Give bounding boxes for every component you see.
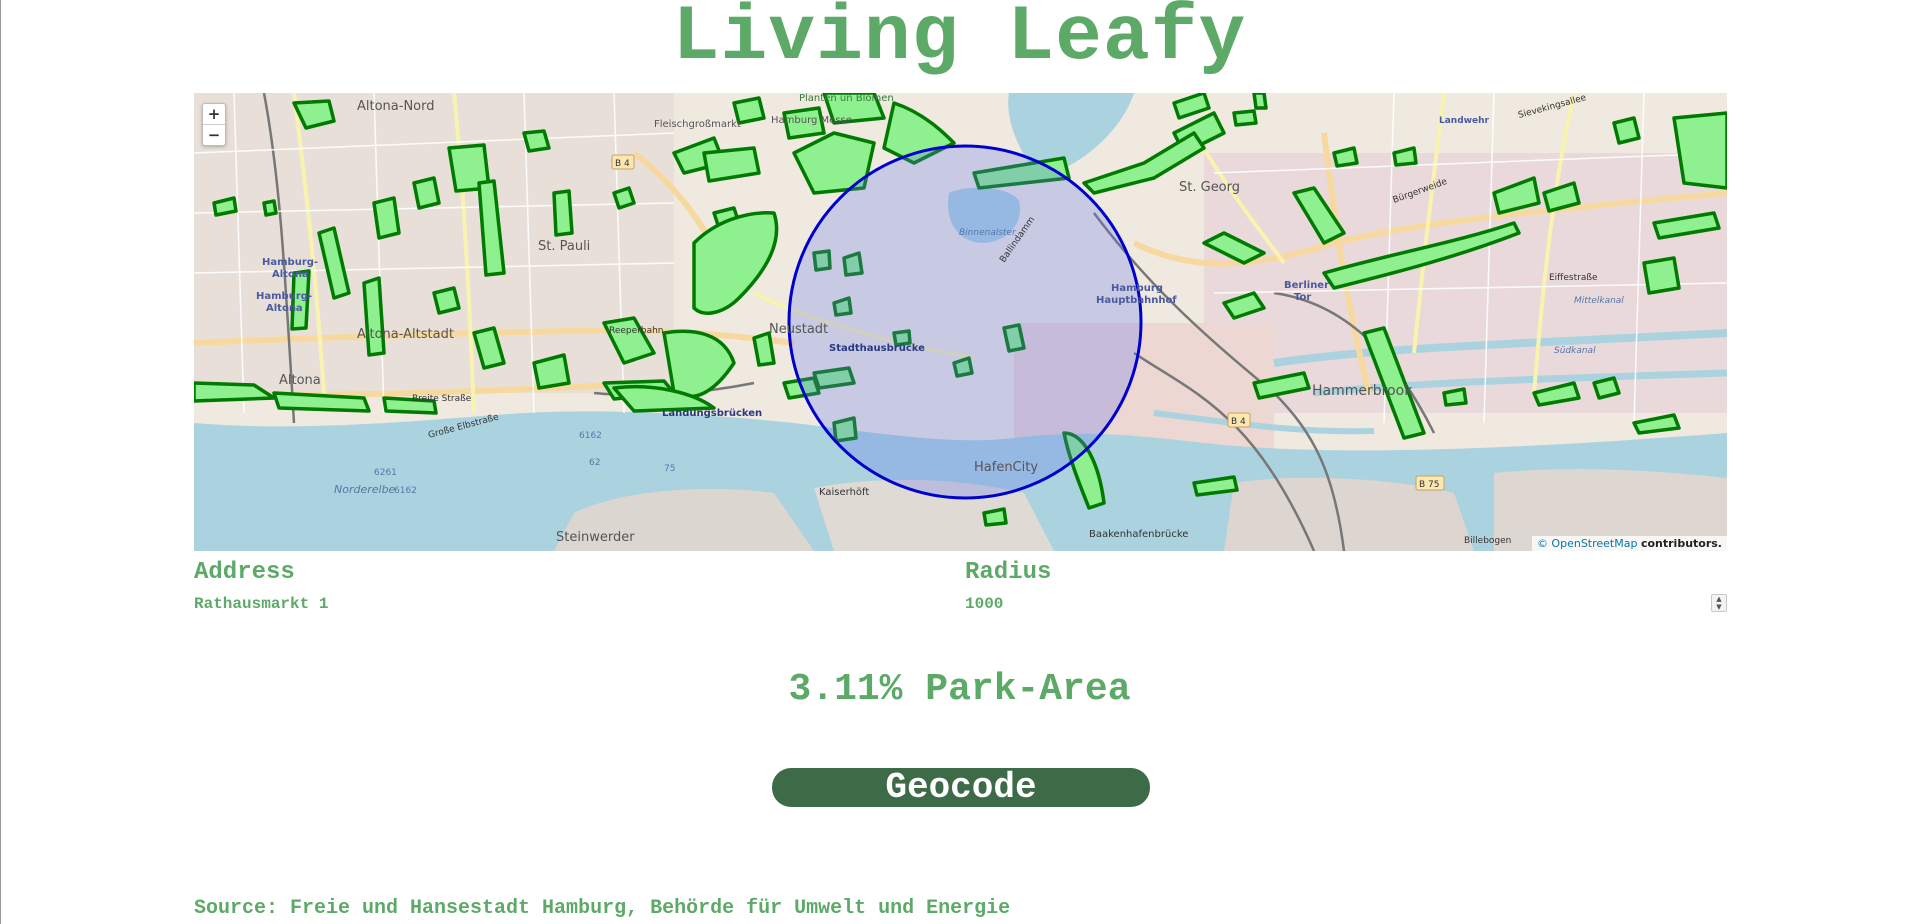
source-credit: Source: Freie und Hansestadt Hamburg, Be… <box>194 897 1011 920</box>
map-label-billebogen: Billebogen <box>1464 536 1511 546</box>
map-label-b75: B 75 <box>1419 480 1440 490</box>
window-edge <box>0 0 1 924</box>
map-label-kaiserhoeft: Kaiserhöft <box>819 487 869 498</box>
map-label-altona: Altona <box>279 373 321 388</box>
map-label-binnenalster: Binnenalster <box>959 228 1017 238</box>
map-label-altona-altstadt: Altona-Altstadt <box>357 327 454 342</box>
map-label-n6162: 6162 <box>579 431 602 441</box>
zoom-out-button[interactable]: − <box>203 124 225 145</box>
map-label-hamburg-messe: Hamburg Messe <box>771 115 852 126</box>
stepper-up-icon[interactable]: ▲ <box>1712 595 1726 603</box>
map-label-steinwerder: Steinwerder <box>556 530 635 545</box>
geocode-button[interactable]: Geocode <box>772 768 1150 807</box>
map-label-breite-strasse: Breite Straße <box>412 394 472 404</box>
map-label-hamburg-altona-2: Altona <box>266 303 303 314</box>
map-label-n75: 75 <box>664 464 675 474</box>
map-label-reeperbahn: Reeperbahn <box>609 326 664 336</box>
attribution-link[interactable]: © OpenStreetMap <box>1537 537 1638 550</box>
map-label-neustadt: Neustadt <box>769 322 828 337</box>
map-label-baakenhafenbruecke: Baakenhafenbrücke <box>1089 529 1188 540</box>
map-label-st-pauli: St. Pauli <box>538 239 590 254</box>
map-label-n6261: 6261 <box>374 468 397 478</box>
map-label-landungsbruecken: Landungsbrücken <box>662 408 762 419</box>
map-label-hamburg-hbf-2: Hauptbahnhof <box>1096 295 1177 306</box>
map-label-planten-un-blomen: Planten un Blomen <box>799 93 894 104</box>
map-label-berliner-tor-2: Tor <box>1294 292 1311 303</box>
page: Living Leafy Altona-Nord Fleischgroßmark… <box>0 0 1919 924</box>
map-label-fleischgrossmarkt: Fleischgroßmarkt <box>654 119 741 130</box>
map-label-hafencity: HafenCity <box>974 460 1038 475</box>
radius-input[interactable] <box>965 594 1705 614</box>
map-label-hamburg-altona-1: Hamburg- <box>262 257 318 268</box>
map-label-altona-nord: Altona-Nord <box>357 99 435 114</box>
map-label-st-georg: St. Georg <box>1179 180 1240 195</box>
map-label-landwehr: Landwehr <box>1439 116 1489 126</box>
app-title: Living Leafy <box>672 0 1247 82</box>
address-input[interactable] <box>194 594 954 614</box>
radius-circle <box>787 144 1143 500</box>
attribution-suffix: contributors. <box>1640 537 1722 550</box>
radius-stepper[interactable]: ▲ ▼ <box>1711 594 1727 612</box>
map-canvas[interactable]: Altona-Nord Fleischgroßmarkt Hamburg Mes… <box>194 93 1727 551</box>
map-label-hamburg-hbf-1: Hamburg <box>1111 283 1163 294</box>
map-label-hamburg-altona-2: Altona <box>272 269 309 280</box>
park-area-result: 3.11% Park-Area <box>788 668 1131 711</box>
map-label-n6162: 6162 <box>394 486 417 496</box>
stepper-down-icon[interactable]: ▼ <box>1712 603 1726 611</box>
zoom-in-button[interactable]: + <box>203 104 225 124</box>
map-label-mittelkanal: Mittelkanal <box>1574 296 1624 306</box>
map-label-berliner-tor-1: Berliner <box>1284 280 1329 291</box>
map-label-hamburg-altona-1: Hamburg- <box>256 291 312 302</box>
map-label-eiffestrasse: Eiffestraße <box>1549 273 1598 283</box>
map-label-stadthausbruecke: Stadthausbrücke <box>829 343 925 354</box>
map-label-norderelbe: Norderelbe <box>334 483 396 496</box>
map-label-hammerbrook: Hammerbrook <box>1312 383 1413 399</box>
map-attribution: © OpenStreetMap contributors. <box>1531 536 1727 551</box>
zoom-control: + − <box>202 103 226 146</box>
address-label: Address <box>194 559 295 586</box>
map-label-b4-a: B 4 <box>615 159 630 169</box>
map-view[interactable]: Altona-Nord Fleischgroßmarkt Hamburg Mes… <box>194 93 1727 551</box>
map-label-b4-b: B 4 <box>1231 417 1246 427</box>
map-label-suedkanal: Südkanal <box>1554 346 1596 356</box>
map-label-n62: 62 <box>589 458 600 468</box>
radius-label: Radius <box>965 559 1052 586</box>
